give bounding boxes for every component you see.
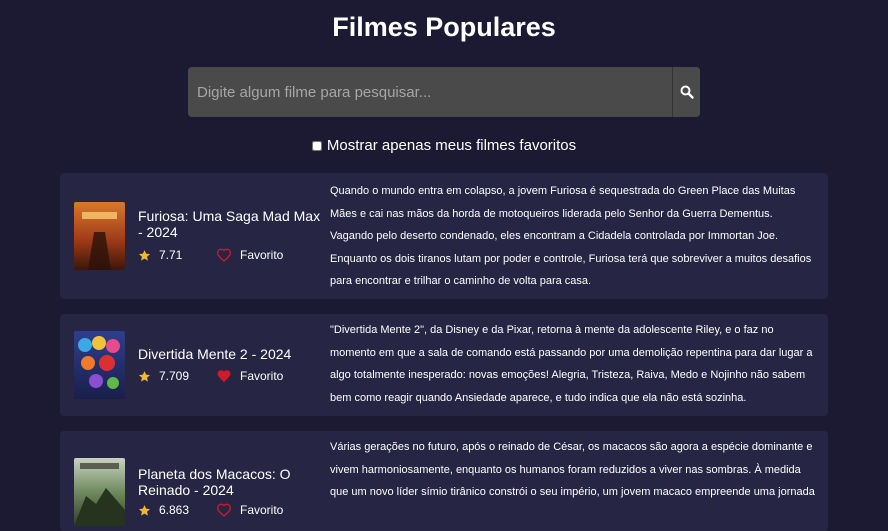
rating-row: 6.863 Favorito (138, 503, 283, 517)
search-bar (188, 67, 700, 117)
rating-value: 6.863 (159, 503, 190, 517)
search-input[interactable] (188, 67, 672, 117)
rating-row: 7.709 Favorito (138, 369, 283, 383)
search-icon (680, 85, 694, 99)
star-icon (138, 504, 151, 517)
favorite-label: Favorito (240, 248, 284, 262)
rating-row: 7.71 Favorito (138, 248, 283, 262)
page-title: Filmes Populares (332, 12, 556, 42)
star-icon (138, 370, 151, 383)
movie-card: Furiosa: Uma Saga Mad Max - 2024 7.71 Fa… (60, 173, 828, 299)
favorite-button[interactable]: Favorito (216, 503, 283, 517)
heart-filled-icon (217, 370, 231, 383)
movie-title: Planeta dos Macacos: O Reinado - 2024 (138, 466, 291, 498)
movie-overview: Várias gerações no futuro, após o reinad… (330, 441, 815, 498)
favorites-filter: Mostrar apenas meus filmes favoritos (0, 137, 888, 154)
heart-outline-icon (216, 248, 232, 262)
movie-title: Divertida Mente 2 - 2024 (138, 346, 292, 362)
star-icon (138, 249, 151, 262)
heart-outline-icon (216, 503, 232, 517)
favorite-button[interactable]: Favorito (216, 369, 283, 383)
movie-card: Planeta dos Macacos: O Reinado - 2024 6.… (60, 431, 828, 531)
movie-card: Divertida Mente 2 - 2024 7.709 Favorito … (60, 314, 828, 416)
search-button[interactable] (672, 67, 700, 117)
favorites-filter-label: Mostrar apenas meus filmes favoritos (326, 137, 577, 154)
movie-poster (74, 202, 125, 270)
rating-value: 7.71 (159, 248, 183, 262)
movie-overview: Quando o mundo entra em colapso, a jovem… (330, 185, 812, 287)
favorite-button[interactable]: Favorito (216, 248, 283, 262)
movie-title: Furiosa: Uma Saga Mad Max - 2024 (138, 208, 321, 240)
favorites-checkbox[interactable] (311, 140, 322, 151)
favorite-label: Favorito (240, 369, 284, 383)
movie-poster (74, 458, 125, 526)
favorite-label: Favorito (240, 503, 284, 517)
rating-value: 7.709 (159, 369, 190, 383)
movie-overview: "Divertida Mente 2", da Disney e da Pixa… (330, 324, 813, 404)
movie-poster (74, 331, 125, 399)
